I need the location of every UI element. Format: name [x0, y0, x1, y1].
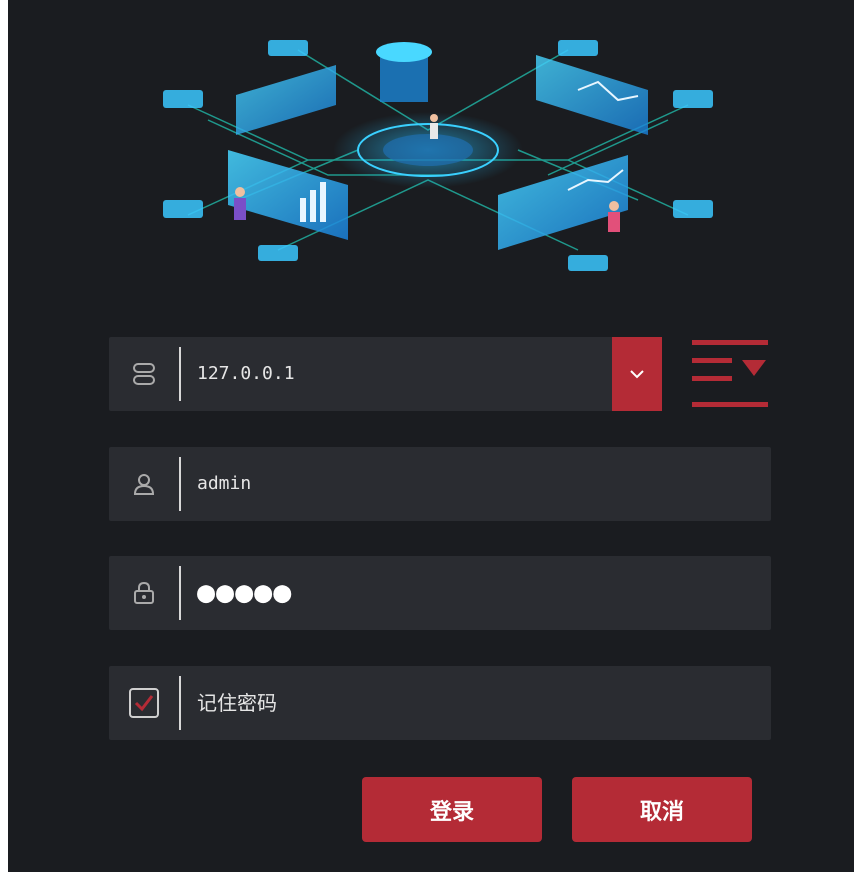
server-row: 127.0.0.1 [109, 337, 662, 411]
login-button[interactable]: 登录 [362, 777, 542, 842]
checkbox-icon [129, 688, 159, 718]
remember-row: 记住密码 [109, 666, 771, 740]
server-list-button[interactable] [690, 338, 770, 410]
server-input[interactable]: 127.0.0.1 [197, 337, 295, 411]
server-dropdown-button[interactable] [612, 337, 662, 411]
lock-icon [109, 556, 179, 630]
login-window: 127.0.0.1 admin ●●●●● 记住密码 登录 取消 [8, 0, 854, 872]
password-input[interactable]: ●●●●● [197, 556, 292, 630]
chevron-down-icon [630, 370, 644, 379]
cancel-button[interactable]: 取消 [572, 777, 752, 842]
separator [179, 347, 181, 401]
remember-label: 记住密码 [197, 691, 277, 715]
remember-checkbox[interactable] [109, 666, 179, 740]
server-icon [109, 337, 179, 411]
list-dropdown-icon [692, 340, 768, 407]
separator [179, 457, 181, 511]
user-row: admin [109, 447, 771, 521]
separator [179, 676, 181, 730]
user-icon [109, 447, 179, 521]
password-row: ●●●●● [109, 556, 771, 630]
username-input[interactable]: admin [197, 447, 251, 521]
separator [179, 566, 181, 620]
hero-illustration [163, 40, 713, 271]
